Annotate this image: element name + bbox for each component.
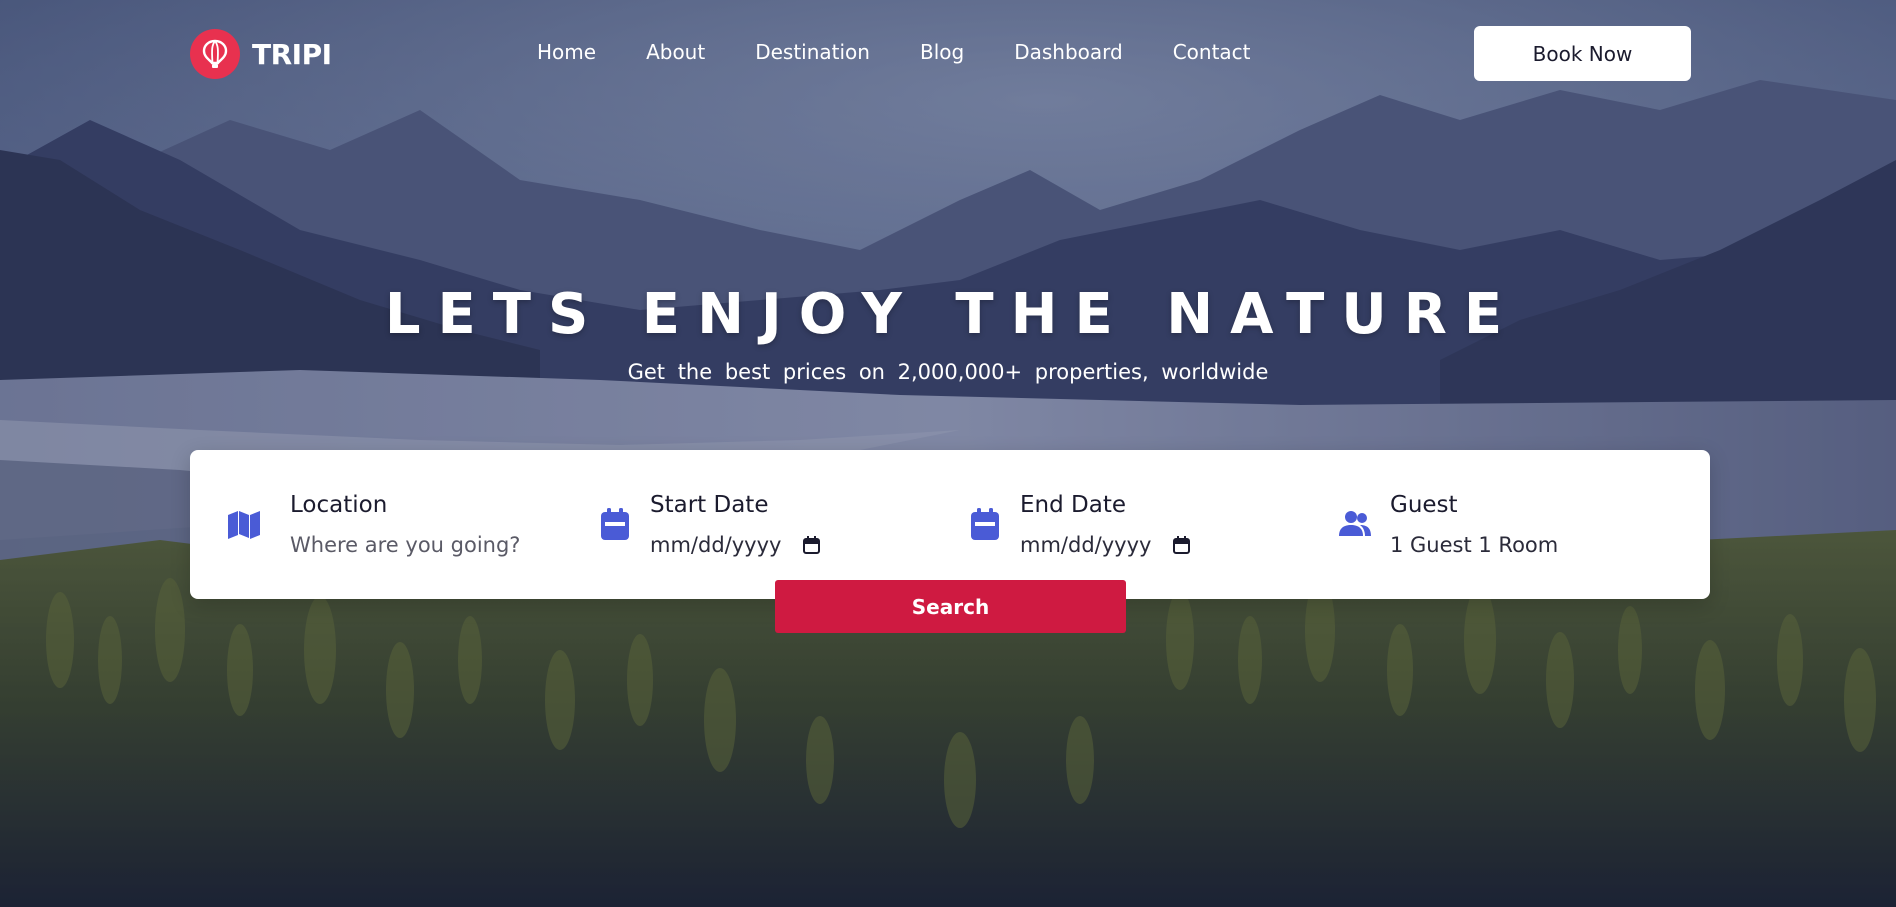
location-field: Location <box>190 450 560 599</box>
brand-name: TRIPI <box>252 37 332 71</box>
hero-subline: Get the best prices on 2,000,000+ proper… <box>627 360 1269 384</box>
main-nav: Home About Destination Blog Dashboard Co… <box>537 40 1251 64</box>
nav-link-home[interactable]: Home <box>537 40 596 64</box>
nav-link-about[interactable]: About <box>646 40 705 64</box>
top-navbar: TRIPI Home About Destination Blog Dashbo… <box>0 0 1896 108</box>
start-date-field: Start Date mm/dd/yyyy <box>560 450 930 599</box>
start-date-label: Start Date <box>650 492 769 518</box>
calendar-icon <box>968 507 1002 541</box>
hot-air-balloon-icon <box>190 29 240 79</box>
end-date-value: mm/dd/yyyy <box>1020 533 1152 557</box>
location-input[interactable] <box>290 529 540 561</box>
start-date-value: mm/dd/yyyy <box>650 533 782 557</box>
hero-headline: LETS ENJOY THE NATURE <box>384 282 1520 347</box>
location-label: Location <box>290 492 388 518</box>
start-date-input[interactable]: mm/dd/yyyy <box>650 529 821 561</box>
search-button[interactable]: Search <box>775 580 1126 633</box>
brand-logo[interactable]: TRIPI <box>190 29 332 79</box>
calendar-icon <box>598 507 632 541</box>
nav-link-contact[interactable]: Contact <box>1173 40 1251 64</box>
nav-link-destination[interactable]: Destination <box>755 40 870 64</box>
book-now-button[interactable]: Book Now <box>1474 26 1691 81</box>
map-icon <box>227 507 261 541</box>
guest-label: Guest <box>1390 492 1458 518</box>
end-date-field: End Date mm/dd/yyyy <box>930 450 1300 599</box>
guest-select[interactable]: 1 Guest 1 Room <box>1390 529 1558 561</box>
calendar-picker-icon[interactable] <box>803 536 821 554</box>
end-date-label: End Date <box>1020 492 1126 518</box>
search-panel: Location Start Date mm/dd/yyyy <box>190 450 1710 599</box>
users-icon <box>1338 507 1372 541</box>
nav-link-blog[interactable]: Blog <box>920 40 964 64</box>
nav-link-dashboard[interactable]: Dashboard <box>1014 40 1123 64</box>
landing-page: TRIPI Home About Destination Blog Dashbo… <box>0 0 1896 907</box>
calendar-picker-icon[interactable] <box>1173 536 1191 554</box>
guest-field: Guest 1 Guest 1 Room <box>1300 450 1710 599</box>
end-date-input[interactable]: mm/dd/yyyy <box>1020 529 1191 561</box>
